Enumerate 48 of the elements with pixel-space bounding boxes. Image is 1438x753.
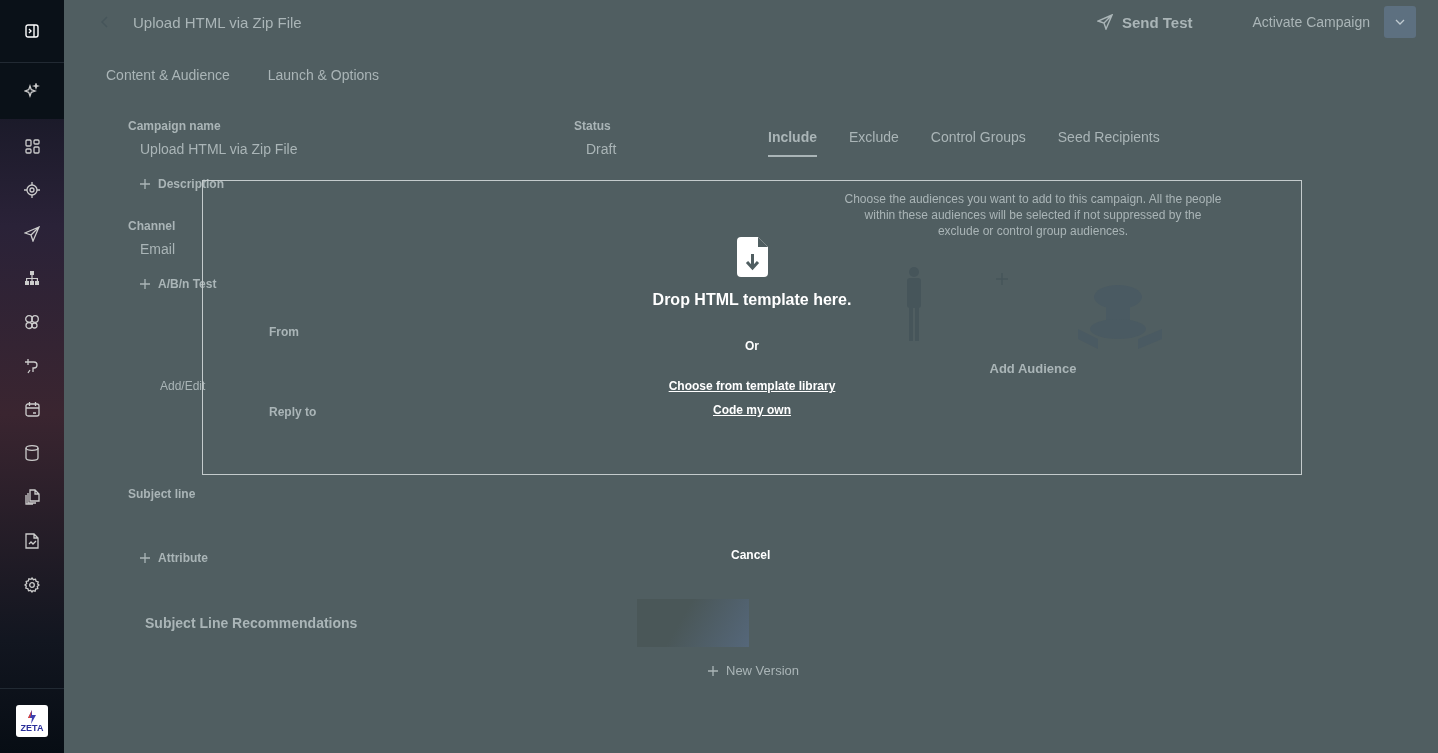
add-audience-button[interactable]: Add Audience [989, 361, 1077, 376]
recommendations-title: Subject Line Recommendations [145, 615, 358, 631]
documents-icon[interactable] [24, 489, 40, 505]
status-field[interactable]: Draft [574, 133, 744, 165]
audience-tab[interactable]: Control Groups [930, 129, 1026, 157]
or-text: Or [745, 339, 759, 353]
audience-tab[interactable]: Include [768, 129, 817, 157]
settings-icon[interactable] [24, 577, 40, 593]
send-test-button[interactable]: Send Test [1096, 13, 1193, 31]
plus-icon [140, 553, 150, 563]
page-title: Upload HTML via Zip File [133, 13, 302, 31]
send-icon[interactable] [24, 226, 40, 242]
tab[interactable]: Launch & Options [267, 63, 380, 87]
plus-icon [140, 279, 150, 289]
field-label: Campaign name [128, 119, 222, 133]
dashboard-icon[interactable] [24, 139, 40, 154]
template-link[interactable]: Code my own [713, 403, 791, 417]
campaign-name-field[interactable]: Upload HTML via Zip File [128, 133, 560, 165]
field-label: Status [574, 119, 612, 133]
field-label: Subject line [128, 487, 196, 501]
sparkle-icon[interactable] [24, 83, 40, 99]
report-icon[interactable] [25, 533, 39, 549]
template-link[interactable]: Choose from template library [668, 379, 836, 393]
audience-tab[interactable]: Exclude [849, 129, 899, 157]
file-download-icon [736, 237, 768, 277]
panel-toggle-icon[interactable] [25, 24, 39, 38]
plus-icon [140, 179, 150, 189]
channel-field: Email [128, 233, 187, 265]
audience-description: Choose the audiences you want to add to this campaign. All the people within these audiences will be selected if not suppressed by the exclude or control group audiences. [843, 191, 1223, 239]
activate-campaign-button[interactable]: Activate Campaign [1252, 14, 1370, 30]
database-icon[interactable] [25, 445, 39, 461]
calendar-icon[interactable] [24, 402, 40, 417]
cancel-button[interactable]: Cancel [731, 548, 771, 562]
field-label: Channel [128, 219, 176, 233]
tab[interactable]: Content & Audience [106, 63, 230, 87]
circles-icon[interactable] [24, 314, 40, 330]
chevron-down-icon [1395, 19, 1405, 25]
field-label: From [269, 325, 299, 339]
new-version-button[interactable]: New Version [708, 663, 799, 678]
send-icon [1096, 14, 1113, 30]
drop-heading: Drop HTML template here. [652, 291, 852, 309]
target-icon[interactable] [24, 182, 40, 198]
plus-icon [708, 665, 718, 676]
logo[interactable]: ZETA [16, 705, 48, 737]
audience-tab[interactable]: Seed Recipients [1057, 129, 1160, 157]
field-label: Reply to [269, 405, 317, 419]
hierarchy-icon[interactable] [24, 270, 40, 286]
add-attribute-button[interactable]: Attribute [140, 551, 208, 565]
